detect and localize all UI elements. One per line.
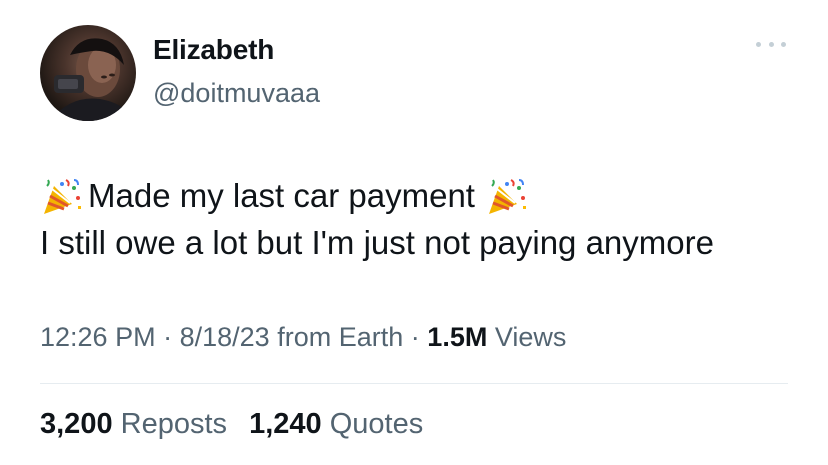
more-dot [768, 41, 774, 47]
meta-separator: · [410, 322, 420, 352]
author-handle[interactable]: @doitmuvaaa [153, 78, 320, 109]
tweet-line-1-text: Made my last car payment [88, 177, 475, 214]
quotes-label: Quotes [329, 408, 424, 440]
quotes-count: 1,240 [249, 408, 322, 440]
tweet-card: Elizabeth @doitmuvaaa Made my last car p… [0, 0, 828, 465]
tweet-stats: 3,200 Reposts 1,240 Quotes [40, 408, 423, 441]
more-dot [756, 41, 761, 47]
tweet-source: from Earth [277, 322, 404, 352]
divider [40, 383, 788, 384]
quotes-stat[interactable]: 1,240 Quotes [249, 408, 423, 441]
tweet-line-1: Made my last car payment [40, 172, 810, 219]
tweet-meta: 12:26 PM · 8/18/23 from Earth · 1.5M Vie… [40, 322, 566, 353]
more-options-icon[interactable] [756, 34, 786, 54]
meta-separator: · [163, 322, 173, 352]
avatar-photo-icon [50, 38, 136, 121]
party-popper-icon [44, 178, 81, 214]
reposts-count: 3,200 [40, 408, 113, 440]
tweet-line-2-text: I still owe a lot but I'm just not payin… [40, 224, 714, 261]
tweet-text: Made my last car payment I still owe a l… [40, 172, 810, 266]
more-dot [781, 41, 786, 47]
author-name[interactable]: Elizabeth [153, 34, 274, 66]
tweet-time[interactable]: 12:26 PM [40, 322, 156, 352]
views-count[interactable]: 1.5M [427, 322, 487, 352]
avatar[interactable] [40, 25, 136, 121]
tweet-line-2: I still owe a lot but I'm just not payin… [40, 219, 810, 266]
tweet-date[interactable]: 8/18/23 [180, 322, 270, 352]
reposts-stat[interactable]: 3,200 Reposts [40, 408, 227, 441]
views-label[interactable]: Views [495, 322, 567, 352]
reposts-label: Reposts [120, 408, 228, 440]
party-popper-icon [488, 178, 526, 214]
